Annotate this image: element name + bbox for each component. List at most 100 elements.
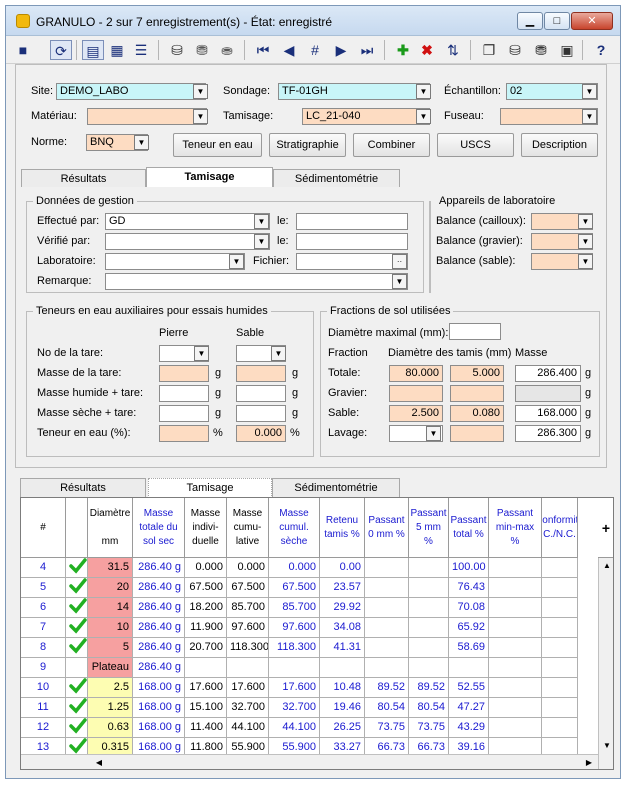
verifie-field[interactable] <box>105 233 270 250</box>
verifie-date-field[interactable] <box>296 233 408 250</box>
diametre-cell[interactable]: 5 <box>88 638 133 658</box>
table-cell[interactable]: 85.700 <box>269 598 320 618</box>
pierre-masse-seche-field[interactable] <box>159 405 209 422</box>
table-cell[interactable]: 100.00 <box>449 558 489 578</box>
db-delete-icon[interactable]: ⛂ <box>216 40 238 60</box>
row-number[interactable]: 10 <box>21 678 66 698</box>
column-header[interactable]: Passant 5 mm % <box>409 498 449 558</box>
row-number[interactable]: 9 <box>21 658 66 678</box>
table-cell[interactable]: 32.700 <box>227 698 269 718</box>
prev-record-icon[interactable]: ◀ <box>278 40 300 60</box>
conformite-cell[interactable] <box>542 638 578 658</box>
row-number[interactable]: 11 <box>21 698 66 718</box>
passant-min-max-cell[interactable] <box>489 598 542 618</box>
column-header[interactable]: Masse indivi-duelle <box>185 498 227 558</box>
check-icon[interactable] <box>66 698 88 718</box>
bottom-tab-tamisage[interactable]: Tamisage <box>148 478 272 498</box>
column-header[interactable]: Passant min-max % <box>489 498 542 558</box>
table-cell[interactable] <box>365 658 409 678</box>
table-cell[interactable]: 0.000 <box>269 558 320 578</box>
check-icon[interactable] <box>66 618 88 638</box>
check-icon[interactable] <box>66 638 88 658</box>
tamisage-grid[interactable]: # Diamètre mm Masse totale du sol sec Masse… <box>20 497 614 770</box>
table-cell[interactable]: 32.700 <box>269 698 320 718</box>
table-cell[interactable]: 67.500 <box>185 578 227 598</box>
passant-min-max-cell[interactable] <box>489 678 542 698</box>
table-cell[interactable]: 19.46 <box>320 698 365 718</box>
delete-record-icon[interactable]: ✖ <box>416 40 438 60</box>
table-cell[interactable]: 286.40 g <box>133 578 185 598</box>
site-field[interactable]: DEMO_LABO <box>56 83 206 100</box>
sable-masse-seche-field[interactable] <box>236 405 286 422</box>
table-cell[interactable] <box>409 598 449 618</box>
table-cell[interactable] <box>365 638 409 658</box>
table-cell[interactable] <box>365 558 409 578</box>
table-cell[interactable]: 80.54 <box>365 698 409 718</box>
stratigraphie-button[interactable]: Stratigraphie <box>269 133 346 157</box>
diametre-cell[interactable]: 31.5 <box>88 558 133 578</box>
table-cell[interactable]: 11.900 <box>185 618 227 638</box>
bottom-tab-resultats[interactable]: Résultats <box>20 478 146 498</box>
table-cell[interactable] <box>409 658 449 678</box>
norme-dropdown[interactable]: ▼ <box>134 135 149 150</box>
table-cell[interactable]: 286.40 g <box>133 558 185 578</box>
minimize-button[interactable]: ▁ <box>517 12 543 30</box>
table-cell[interactable]: 17.600 <box>269 678 320 698</box>
diametre-cell[interactable]: Plateau <box>88 658 133 678</box>
table-cell[interactable]: 44.100 <box>269 718 320 738</box>
teneur-en-eau-button[interactable]: Teneur en eau <box>173 133 262 157</box>
lavage-masse-field[interactable]: 286.300 <box>515 425 581 442</box>
sondage-dropdown[interactable]: ▼ <box>416 84 431 99</box>
table-cell[interactable]: 17.600 <box>227 678 269 698</box>
tab-sedimentometrie[interactable]: Sédimentométrie <box>273 169 400 187</box>
check-icon[interactable] <box>66 598 88 618</box>
gravier-d2-field[interactable] <box>450 385 504 402</box>
table-cell[interactable]: 73.75 <box>409 718 449 738</box>
row-number[interactable]: 6 <box>21 598 66 618</box>
table-cell[interactable] <box>409 578 449 598</box>
table-cell[interactable] <box>365 598 409 618</box>
tamisage-field[interactable]: LC_21-040 <box>302 108 430 125</box>
table-cell[interactable]: 26.25 <box>320 718 365 738</box>
table-cell[interactable]: 41.31 <box>320 638 365 658</box>
description-button[interactable]: Description <box>521 133 598 157</box>
sable-masse-tare-field[interactable] <box>236 365 286 382</box>
column-header[interactable]: Passant total % <box>449 498 489 558</box>
pierre-masse-tare-field[interactable] <box>159 365 209 382</box>
column-header[interactable]: Conformité C./N.C. <box>542 498 578 558</box>
list-view-icon[interactable]: ☰ <box>130 40 152 60</box>
table-cell[interactable]: 168.00 g <box>133 718 185 738</box>
passant-min-max-cell[interactable] <box>489 638 542 658</box>
table-cell[interactable]: 34.08 <box>320 618 365 638</box>
column-header[interactable]: Diamètre mm <box>88 498 133 558</box>
table-cell[interactable]: 168.00 g <box>133 698 185 718</box>
materiau-dropdown[interactable]: ▼ <box>193 109 208 124</box>
export-icon[interactable]: ⛃ <box>530 40 552 60</box>
table-cell[interactable]: 65.92 <box>449 618 489 638</box>
totale-masse-field[interactable]: 286.400 <box>515 365 581 382</box>
table-cell[interactable] <box>409 618 449 638</box>
table-cell[interactable]: 89.52 <box>409 678 449 698</box>
sable-masse-humide-field[interactable] <box>236 385 286 402</box>
table-cell[interactable]: 73.75 <box>365 718 409 738</box>
table-cell[interactable]: 58.69 <box>449 638 489 658</box>
totale-d2-field[interactable]: 5.000 <box>450 365 504 382</box>
column-header[interactable] <box>66 498 88 558</box>
empty-check-cell[interactable] <box>66 658 88 678</box>
lavage-dropdown[interactable]: ▼ <box>426 426 441 441</box>
diametre-cell[interactable]: 2.5 <box>88 678 133 698</box>
table-cell[interactable]: 67.500 <box>227 578 269 598</box>
diametre-cell[interactable]: 0.63 <box>88 718 133 738</box>
table-cell[interactable]: 118.300 <box>227 638 269 658</box>
column-header[interactable]: Passant 0 mm % <box>365 498 409 558</box>
table-cell[interactable]: 168.00 g <box>133 678 185 698</box>
uscs-button[interactable]: USCS <box>437 133 514 157</box>
row-number[interactable]: 8 <box>21 638 66 658</box>
column-header[interactable]: Masse cumu-lative <box>227 498 269 558</box>
sable-d2-field[interactable]: 0.080 <box>450 405 504 422</box>
next-record-icon[interactable]: ▶ <box>330 40 352 60</box>
column-header[interactable]: Masse totale du sol sec <box>133 498 185 558</box>
tab-tamisage[interactable]: Tamisage <box>146 167 273 187</box>
scroll-up-icon[interactable]: ▲ <box>599 558 613 574</box>
conformite-cell[interactable] <box>542 558 578 578</box>
